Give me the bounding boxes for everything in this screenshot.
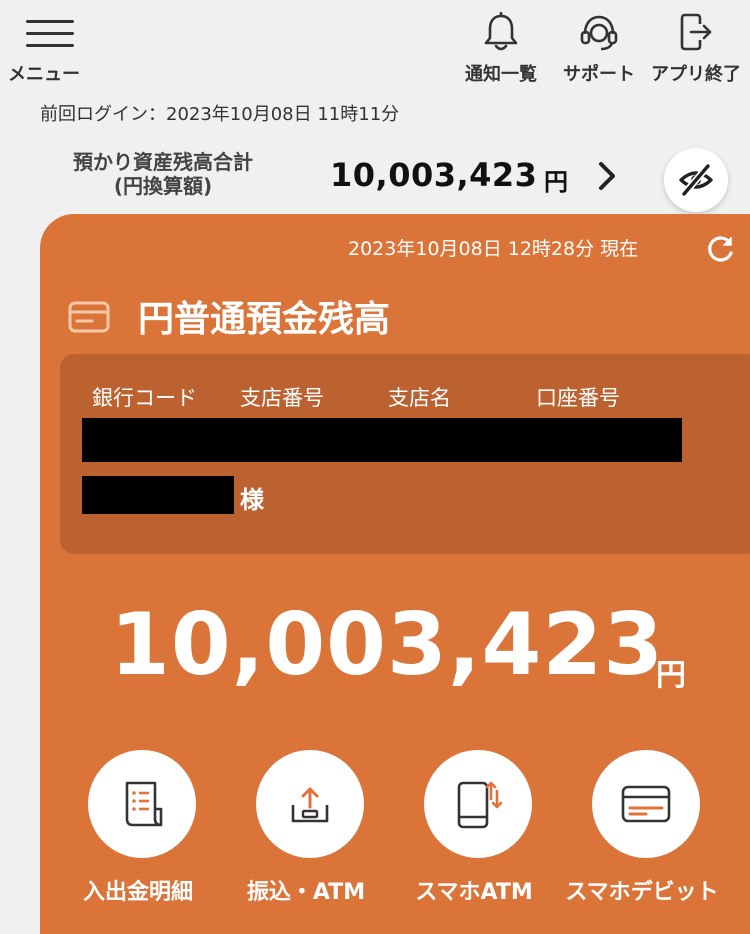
bank-code-header: 銀行コード (92, 386, 197, 410)
total-assets-amount: 10,003,423 (330, 156, 538, 194)
account-number-header: 口座番号 (536, 386, 620, 410)
exit-app-button[interactable]: アプリ終了 (646, 12, 746, 86)
transfer-icon (291, 787, 329, 823)
smartphone-debit-button[interactable]: スマホデビット (562, 750, 722, 915)
redacted-account-details (82, 418, 682, 462)
transfer-atm-button[interactable]: 振込・ATM (226, 750, 386, 915)
total-assets-label-line1: 預かり資産残高合計 (73, 150, 253, 174)
card-title: 円普通預金残高 (138, 299, 391, 340)
eye-off-icon (679, 163, 713, 197)
exit-app-label: アプリ終了 (651, 64, 741, 85)
as-of-timestamp: 2023年10月08日 12時28分 現在 (348, 238, 639, 260)
branch-name-header: 支店名 (388, 386, 451, 410)
logout-icon (678, 12, 714, 52)
smartphone-debit-label: スマホデビット (565, 880, 719, 905)
chevron-right-icon[interactable] (596, 160, 618, 192)
headset-icon (579, 12, 619, 52)
smartphone-atm-button-circle[interactable] (424, 750, 532, 858)
statement-label: 入出金明細 (82, 880, 193, 905)
phone-atm-icon (457, 781, 503, 829)
total-assets-label-line2: (円換算額) (113, 174, 213, 198)
smartphone-atm-button[interactable]: スマホATM (394, 750, 554, 915)
hamburger-icon (26, 18, 74, 50)
smartphone-atm-label: スマホATM (415, 880, 533, 905)
smartphone-debit-button-circle[interactable] (592, 750, 700, 858)
hide-balance-button[interactable] (664, 148, 728, 212)
bell-icon (483, 12, 519, 52)
notifications-button[interactable]: 通知一覧 (456, 12, 546, 86)
total-assets-label: 預かり資産残高合計 (円換算額) (48, 150, 278, 198)
refresh-icon[interactable] (706, 234, 736, 264)
savings-balance: 10,003,423 (110, 595, 665, 695)
notifications-label: 通知一覧 (465, 64, 537, 85)
total-assets-unit: 円 (544, 168, 568, 196)
debit-card-icon (621, 785, 671, 823)
menu-label: メニュー (8, 64, 80, 85)
statement-button-circle[interactable] (88, 750, 196, 858)
last-login-text: 前回ログイン：2023年10月08日 11時11分 (40, 104, 400, 125)
transfer-atm-button-circle[interactable] (256, 750, 364, 858)
redacted-account-holder (82, 476, 234, 514)
passbook-icon (68, 300, 110, 334)
savings-balance-unit: 円 (656, 658, 686, 693)
branch-number-header: 支店番号 (240, 386, 324, 410)
honorific-suffix: 様 (240, 486, 264, 514)
statement-button[interactable]: 入出金明細 (58, 750, 218, 915)
support-label: サポート (563, 64, 635, 85)
support-button[interactable]: サポート (554, 12, 644, 86)
statement-icon (125, 781, 163, 827)
menu-button[interactable]: メニュー (8, 14, 92, 86)
transfer-atm-label: 振込・ATM (246, 880, 366, 905)
